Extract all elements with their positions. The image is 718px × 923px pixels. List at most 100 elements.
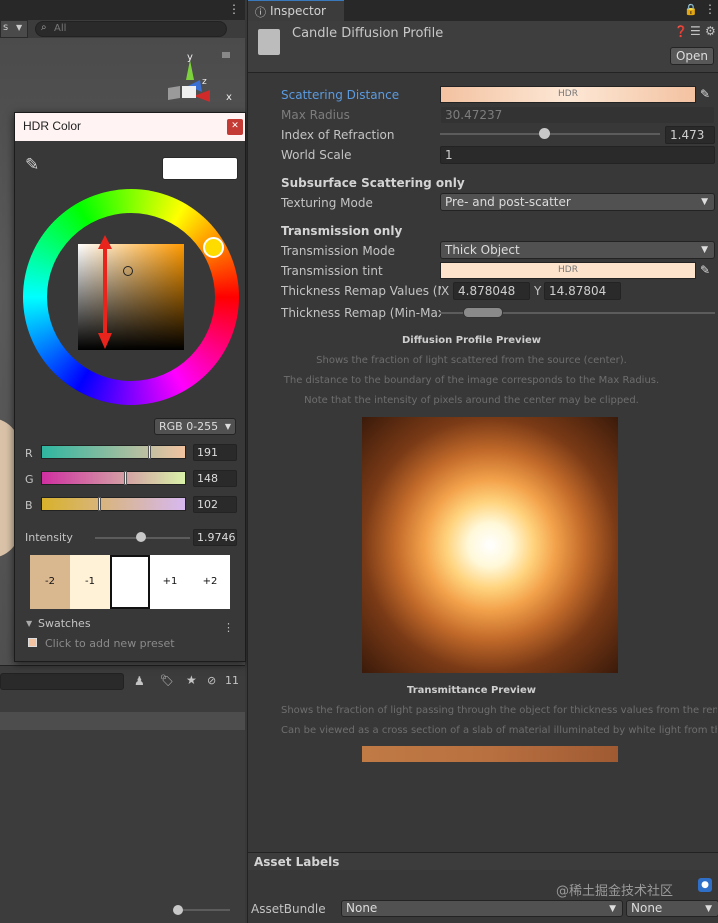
info-icon: ⓘ <box>255 6 266 19</box>
foldout-arrow-icon[interactable]: ▼ <box>26 619 32 628</box>
preset-swatch[interactable] <box>28 638 37 647</box>
asset-variant-dropdown[interactable]: None ▼ <box>626 900 718 917</box>
ior-knob[interactable] <box>538 128 550 139</box>
channel-r-slider[interactable] <box>41 445 186 459</box>
channel-g-field[interactable]: 148 <box>193 470 237 487</box>
intensity-field[interactable]: 1.9746 <box>193 529 237 546</box>
scene-toolbar: ⋮ <box>0 0 245 20</box>
gear-icon[interactable]: ⚙ <box>705 24 716 38</box>
eyedropper-icon[interactable]: ✎ <box>25 155 39 175</box>
search-icon: ⌕ <box>41 22 47 33</box>
lock-icon <box>222 52 230 58</box>
channel-b-field[interactable]: 102 <box>193 496 237 513</box>
exposure-stop-minus-2[interactable]: -2 <box>30 555 70 609</box>
transmittance-preview-title: Transmittance Preview <box>407 685 536 696</box>
thickness-remap-label: Thickness Remap (Min-Max <box>281 306 441 320</box>
world-scale-field[interactable]: 1 <box>440 146 715 164</box>
hdr-color-window: HDR Color ✕ ✎ RGB 0-255 ▼ R 191 G 148 B … <box>14 112 246 662</box>
asset-file-icon <box>258 29 280 55</box>
hidden-eye-icon[interactable]: ⊘ <box>207 674 216 687</box>
exposure-stop-plus-2[interactable]: +2 <box>190 555 230 609</box>
eyedropper-icon[interactable]: ✎ <box>700 87 714 101</box>
max-radius-field: 30.47237 <box>440 106 715 124</box>
filter-by-type-icon[interactable]: ♟ <box>134 674 145 688</box>
zoom-slider[interactable] <box>170 905 230 915</box>
swatches-menu-icon[interactable]: ⋮ <box>223 621 234 634</box>
search-placeholder: All <box>54 23 67 34</box>
thickness-x-field[interactable]: 4.878048 <box>453 282 530 300</box>
channel-r-field[interactable]: 191 <box>193 444 237 461</box>
asset-variant-value: None <box>631 901 663 915</box>
asset-bundle-dropdown[interactable]: None ▼ <box>341 900 623 917</box>
sv-cursor[interactable] <box>123 266 133 276</box>
gizmo-y-label: y <box>187 52 193 63</box>
saturation-value-square[interactable] <box>78 244 184 350</box>
texturing-mode-dropdown[interactable]: Pre- and post-scatter ▼ <box>440 193 715 211</box>
scene-gizmo-icon[interactable]: y x z <box>160 48 240 118</box>
asset-title: Candle Diffusion Profile <box>292 26 444 41</box>
channel-g-knob[interactable] <box>123 471 127 485</box>
tab-inspector[interactable]: ⓘ Inspector <box>248 0 344 21</box>
scattering-distance-color[interactable]: HDR <box>440 86 696 103</box>
scene-filter-dropdown[interactable]: s ▼ <box>0 20 28 38</box>
exposure-stop-minus-1[interactable]: -1 <box>70 555 110 609</box>
texturing-mode-label: Texturing Mode <box>281 196 373 210</box>
ior-field[interactable]: 1.473 <box>665 126 715 144</box>
inspector-panel: ⓘ Inspector 🔒 ⋮ Candle Diffusion Profile… <box>247 0 718 923</box>
channel-b-knob[interactable] <box>98 497 102 511</box>
color-mode-value: RGB 0-255 <box>159 420 219 433</box>
scene-menu-icon[interactable]: ⋮ <box>228 2 240 16</box>
transmission-tint-label: Transmission tint <box>281 264 383 278</box>
transmission-section-header: Transmission only <box>281 224 403 238</box>
chevron-down-icon: ▼ <box>609 904 616 914</box>
transmission-mode-dropdown[interactable]: Thick Object ▼ <box>440 241 715 259</box>
transmission-tint-color[interactable]: HDR <box>440 262 696 279</box>
sss-section-header: Subsurface Scattering only <box>281 176 465 190</box>
hue-cursor[interactable] <box>203 237 224 258</box>
close-icon: ✕ <box>231 121 239 131</box>
lock-icon[interactable]: 🔒 <box>684 3 698 16</box>
diffusion-caption-3: Note that the intensity of pixels around… <box>304 395 639 406</box>
close-button[interactable]: ✕ <box>227 119 243 135</box>
gizmo-x-label: x <box>226 92 232 103</box>
channel-r-knob[interactable] <box>147 445 151 459</box>
menu-icon[interactable]: ⋮ <box>704 2 716 16</box>
channel-b-slider[interactable] <box>41 497 186 511</box>
eyedropper-icon[interactable]: ✎ <box>700 263 714 277</box>
transmission-mode-label: Transmission Mode <box>281 244 396 258</box>
open-button[interactable]: Open <box>670 47 714 65</box>
transmittance-caption-1: Shows the fraction of light passing thro… <box>281 705 717 716</box>
transmission-mode-value: Thick Object <box>445 243 520 257</box>
help-icon[interactable]: ❓ <box>674 25 688 38</box>
channel-g-slider[interactable] <box>41 471 186 485</box>
scene-search-input[interactable]: ⌕ All <box>35 21 227 37</box>
exposure-stop-plus-1[interactable]: +1 <box>150 555 190 609</box>
chevron-down-icon: ▼ <box>705 904 712 914</box>
list-item[interactable] <box>0 712 245 730</box>
intensity-label: Intensity <box>25 531 73 544</box>
project-search-input[interactable] <box>0 673 124 690</box>
dropdown-letter: s <box>3 22 9 33</box>
asset-bundle-value: None <box>346 901 378 915</box>
intensity-knob[interactable] <box>135 532 146 542</box>
exposure-stop-current[interactable] <box>110 555 150 609</box>
texturing-mode-value: Pre- and post-scatter <box>445 195 571 209</box>
favorite-star-icon[interactable]: ★ <box>186 673 197 687</box>
chevron-down-icon: ▼ <box>701 197 708 207</box>
ior-label: Index of Refraction <box>281 128 395 142</box>
thickness-x-label: X <box>441 284 450 298</box>
add-preset-label[interactable]: Click to add new preset <box>45 637 175 650</box>
thickness-remap-range-handle[interactable] <box>463 307 503 318</box>
preset-sliders-icon[interactable]: ☰ <box>690 24 701 38</box>
thickness-y-field[interactable]: 14.87804 <box>544 282 621 300</box>
channel-b-label: B <box>25 499 33 512</box>
swatches-label[interactable]: Swatches <box>38 617 91 630</box>
label-tag-icon[interactable]: 🏷 <box>160 674 174 687</box>
channel-g-label: G <box>25 473 34 486</box>
inspector-tab-bar: ⓘ Inspector 🔒 ⋮ <box>248 0 718 21</box>
label-tag-icon[interactable]: ● <box>698 878 712 892</box>
ior-slider[interactable] <box>440 133 660 135</box>
color-mode-dropdown[interactable]: RGB 0-255 ▼ <box>154 418 236 435</box>
diffusion-preview-title: Diffusion Profile Preview <box>401 335 542 346</box>
diffusion-caption-2: The distance to the boundary of the imag… <box>283 375 660 386</box>
